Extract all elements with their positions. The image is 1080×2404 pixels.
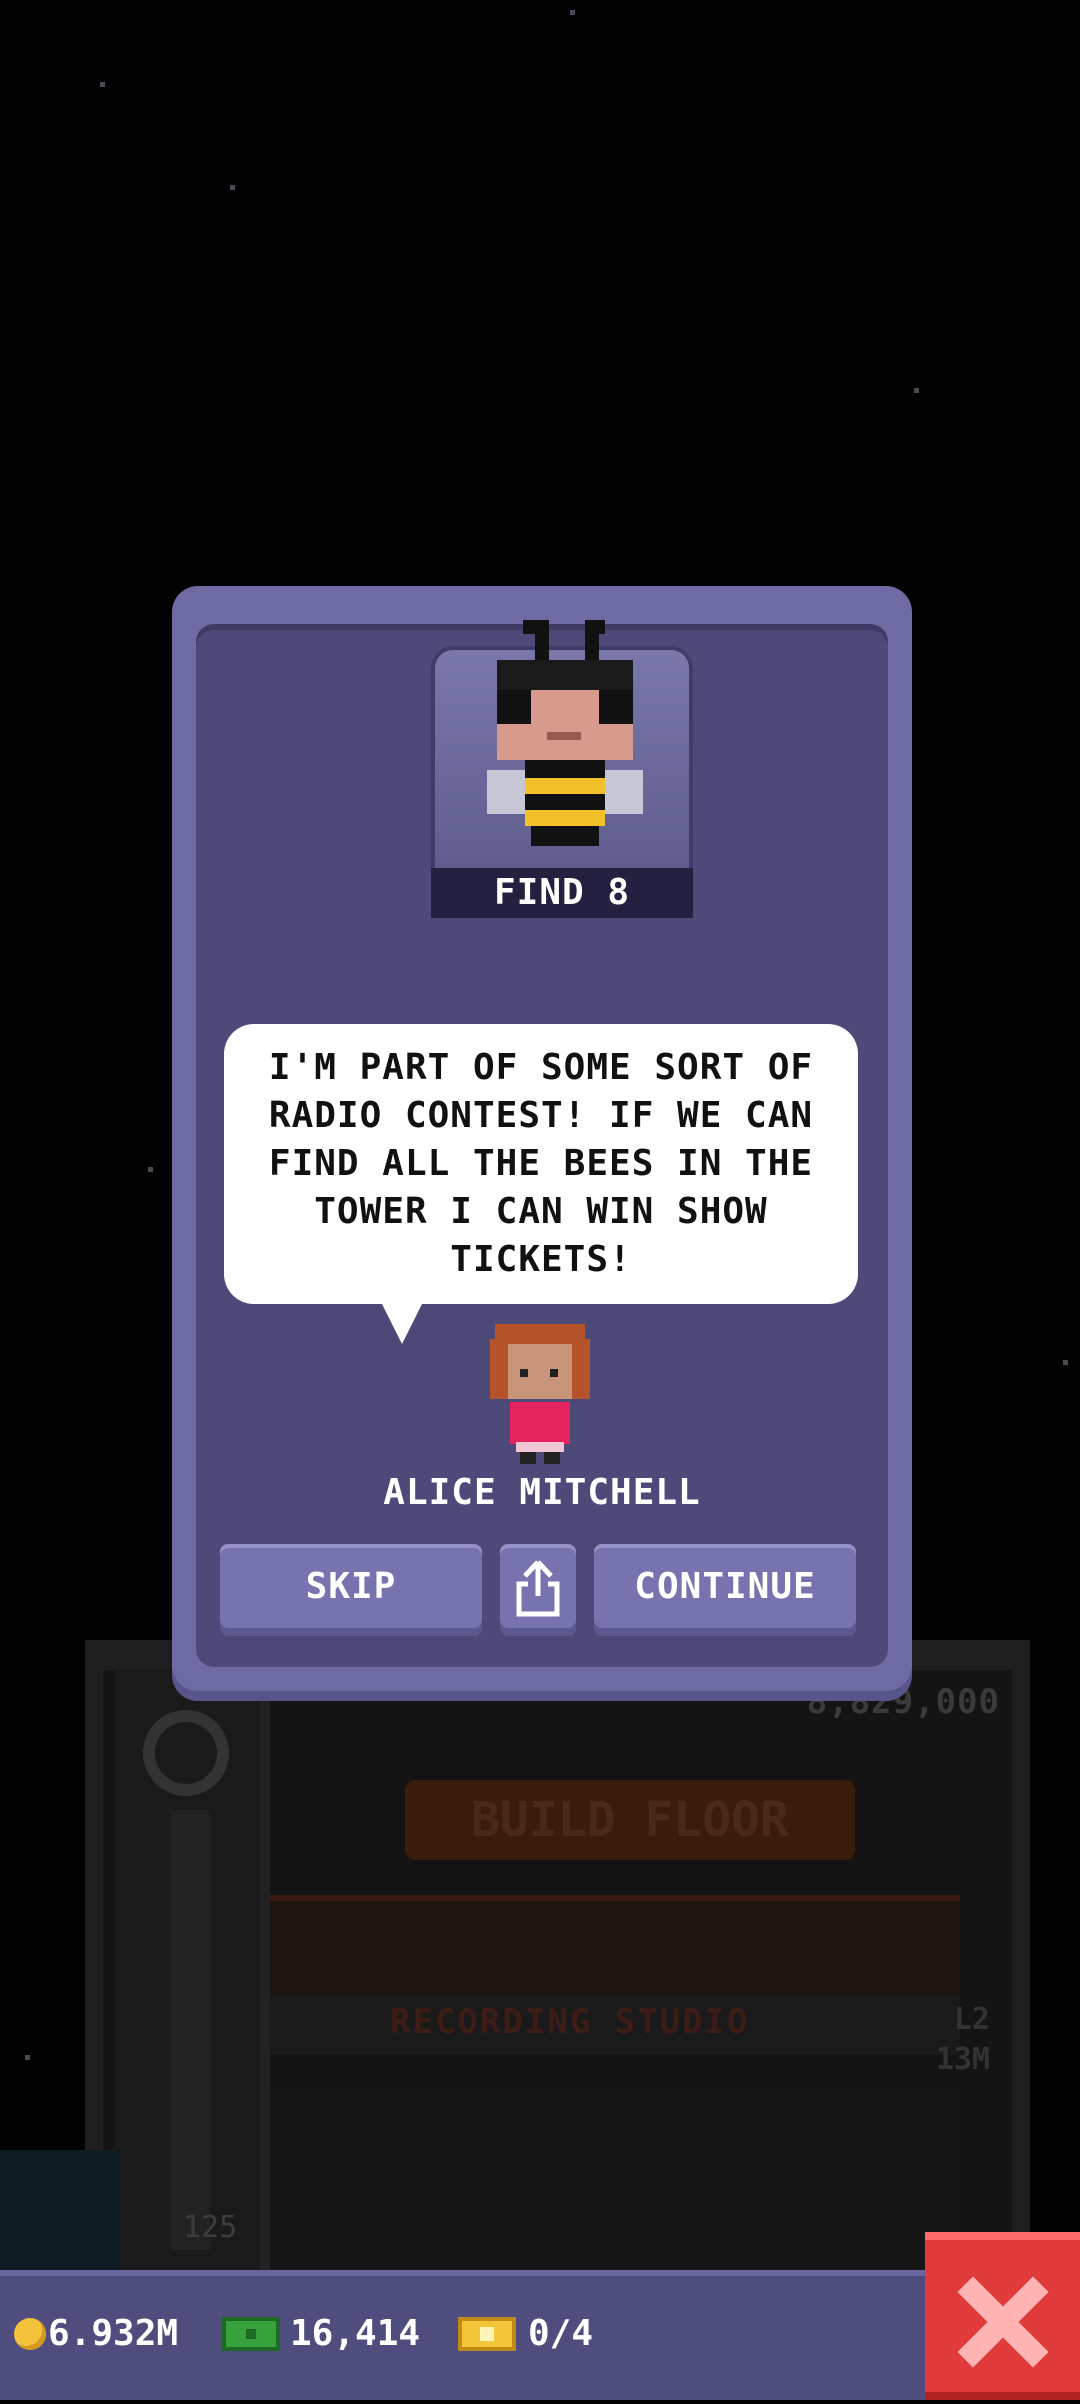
bee-character-icon (487, 620, 643, 846)
elevator: 125 (115, 1670, 270, 2270)
tickets-stat: 0/4 (458, 2312, 593, 2356)
background-star (1063, 1360, 1068, 1365)
background-star (25, 2055, 30, 2060)
background-tower: 125 8,829,000 BUILD FLOOR RECORDING STUD… (85, 1640, 1030, 2270)
close-icon (957, 2276, 1049, 2368)
continue-button[interactable]: CONTINUE (594, 1544, 856, 1636)
background-star (914, 388, 919, 393)
speaker-name: ALICE MITCHELL (383, 1472, 701, 1513)
share-icon (516, 1560, 560, 1617)
construction-floor (270, 1895, 960, 2001)
mission-dialog: FIND 8 I'M PART OF SOME SORT OF RADIO CO… (172, 586, 912, 1701)
build-floor-button: BUILD FLOOR (405, 1780, 855, 1860)
share-button[interactable] (500, 1544, 576, 1636)
close-button[interactable] (925, 2232, 1080, 2400)
coin-icon (14, 2318, 46, 2350)
coins-stat: 6.932M (14, 2312, 178, 2356)
skip-button[interactable]: SKIP (220, 1544, 482, 1636)
background-star (100, 82, 105, 87)
speech-bubble-tail (380, 1300, 424, 1344)
speech-bubble: I'M PART OF SOME SORT OF RADIO CONTEST! … (224, 1024, 858, 1304)
background-star (148, 1167, 153, 1172)
find-count-label: FIND 8 (431, 868, 693, 918)
tower-bux-icon (222, 2317, 280, 2351)
elevator-count: 125 (183, 2210, 238, 2245)
tickets-value: 0/4 (528, 2313, 594, 2354)
elevator-wheel-icon (143, 1710, 229, 1796)
side-tool-button (0, 2150, 120, 2270)
mission-dialog-panel: FIND 8 I'M PART OF SOME SORT OF RADIO CO… (196, 620, 888, 1667)
lower-room (270, 2090, 960, 2270)
elevator-shaft (170, 1810, 210, 2250)
resource-bar: 6.932M 16,414 0/4 (0, 2270, 925, 2400)
coins-value: 6.932M (48, 2313, 179, 2354)
floor-name: RECORDING STUDIO (390, 2002, 750, 2042)
tower-bux-stat: 16,414 (222, 2312, 420, 2356)
ticket-icon (458, 2317, 516, 2351)
tower-bux-value: 16,414 (290, 2313, 421, 2354)
alice-avatar-icon (490, 1324, 590, 1464)
background-star (230, 185, 235, 190)
background-star (570, 10, 575, 15)
floor-level: L2 (953, 2002, 990, 2037)
floor-income: 13M (935, 2042, 990, 2077)
